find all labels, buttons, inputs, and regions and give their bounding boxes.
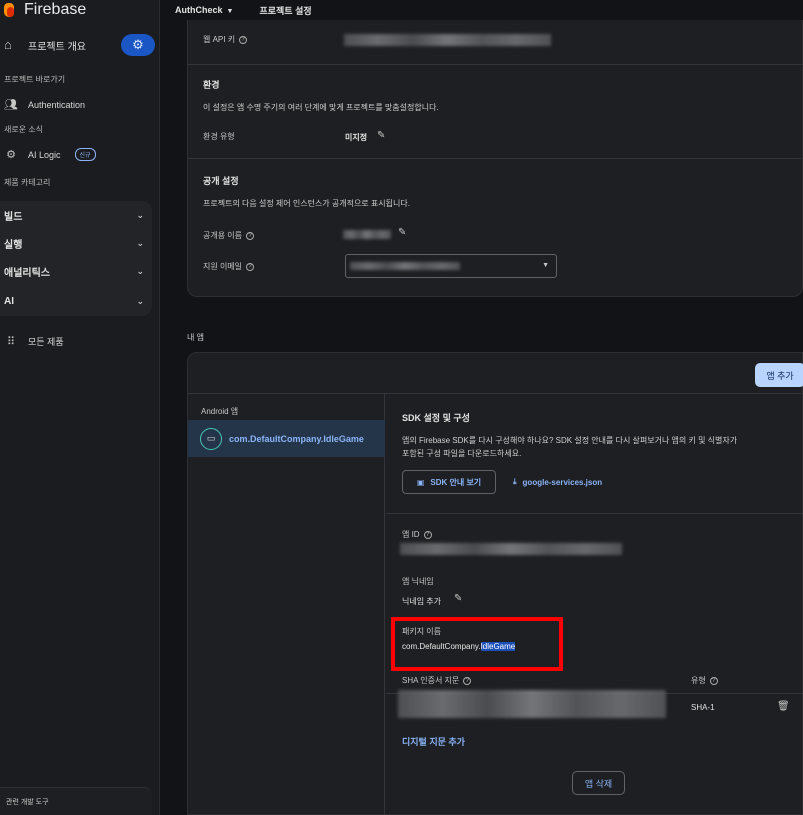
group-ai[interactable]: AI ⌄ xyxy=(0,287,152,315)
sdk-description-line1: 앱의 Firebase SDK를 다시 구성해야 하나요? SDK 설정 안내를… xyxy=(402,436,738,445)
add-nickname-text: 닉네임 추가 xyxy=(402,597,442,606)
environment-type-value: 미지정 xyxy=(345,133,368,142)
app-list-item-name: com.DefaultCompany.IdleGame xyxy=(229,433,364,444)
type-column-label: 유형? xyxy=(691,675,718,686)
new-badge: 신규 xyxy=(74,148,96,161)
grid-icon: ⠿ xyxy=(6,336,16,348)
project-name: AuthCheck xyxy=(175,5,223,15)
android-apps-label: Android 앱 xyxy=(201,407,239,416)
ai-logic-icon: ⚙ xyxy=(6,149,16,161)
app-id-value-redacted xyxy=(400,543,622,555)
delete-app-button[interactable]: 앱 삭제 xyxy=(572,771,625,795)
annotation-highlight-box xyxy=(391,617,563,671)
divider xyxy=(386,513,803,514)
firebase-console: Firebase ⌂ 프로젝트 개요 ⚙ 프로젝트 바로가기 👥︎ Authen… xyxy=(0,0,803,815)
brand-name: Firebase xyxy=(24,1,87,18)
my-apps-title: 내 앱 xyxy=(187,333,204,342)
authentication-label: Authentication xyxy=(28,99,86,110)
caret-down-icon: ▼ xyxy=(226,8,234,15)
environment-description: 이 설정은 앱 수명 주기의 여러 단계에 맞게 프로젝트를 맞춤설정합니다. xyxy=(203,103,439,112)
trash-icon[interactable]: 🗑︎ xyxy=(777,701,790,712)
add-fingerprint-link[interactable]: 디지털 지문 추가 xyxy=(402,735,465,748)
group-build[interactable]: 빌드 ⌄ xyxy=(0,201,152,229)
sdk-description-line2: 포함된 구성 파일을 다운로드하세요. xyxy=(402,449,522,458)
support-email-label: 지원 이메일? xyxy=(203,261,255,272)
public-settings-title: 공개 설정 xyxy=(203,176,239,186)
dev-tools-label: 관련 개발 도구 xyxy=(6,798,49,806)
download-google-services-json[interactable]: ⤓ google-services.json xyxy=(513,470,602,494)
sha-fingerprint-value-redacted xyxy=(398,690,666,718)
my-apps-card: 앱 추가 Android 앱 ▭ com.DefaultCompany.Idle… xyxy=(187,352,803,815)
support-email-value-redacted xyxy=(350,262,460,270)
support-email-select[interactable]: ▼ xyxy=(345,254,557,278)
divider xyxy=(188,64,802,65)
categories-section-label: 제품 카테고리 xyxy=(4,178,51,187)
json-link-label: google-services.json xyxy=(522,477,603,487)
home-icon: ⌂ xyxy=(4,37,12,52)
chevron-down-icon: ⌄ xyxy=(136,209,144,220)
public-name-label: 공개용 이름? xyxy=(203,230,255,241)
android-app-icon: ▭ xyxy=(200,427,222,450)
environment-title: 환경 xyxy=(203,80,220,90)
project-settings-gear-button[interactable]: ⚙ xyxy=(121,34,155,56)
sdk-guide-button[interactable]: ▣ SDK 안내 보기 xyxy=(402,470,496,494)
app-list-item-idlegame[interactable]: ▭ com.DefaultCompany.IdleGame xyxy=(188,420,385,457)
code-window-icon: ▣ xyxy=(416,477,425,487)
sidebar-item-ai-logic[interactable]: ⚙ AI Logic 신규 xyxy=(4,148,96,161)
sidebar-item-all-products[interactable]: ⠿ 모든 제품 xyxy=(4,335,64,348)
project-overview-label: 프로젝트 개요 xyxy=(28,41,86,53)
help-icon: ? xyxy=(246,262,255,271)
top-bar: AuthCheck ▼ 프로젝트 설정 xyxy=(160,0,803,20)
group-analytics[interactable]: 애널리틱스 ⌄ xyxy=(0,257,152,285)
public-name-value-redacted xyxy=(343,230,391,239)
edit-pencil-icon[interactable]: ✎ xyxy=(454,593,462,604)
divider xyxy=(188,158,802,159)
help-icon: ? xyxy=(709,676,718,685)
edit-pencil-icon[interactable]: ✎ xyxy=(377,130,385,141)
environment-type-label: 환경 유형 xyxy=(203,132,235,141)
chevron-down-icon: ⌄ xyxy=(136,237,144,248)
firebase-flame-icon xyxy=(2,1,18,19)
edit-pencil-icon[interactable]: ✎ xyxy=(398,227,406,238)
breadcrumb-project-settings[interactable]: 프로젝트 설정 xyxy=(259,4,311,17)
ai-logic-label: AI Logic xyxy=(28,149,61,160)
sidebar-item-authentication[interactable]: 👥︎ Authentication xyxy=(4,98,85,111)
whats-new-section-label: 새로운 소식 xyxy=(4,125,44,134)
project-settings-card: 웹 API 키? 환경 이 설정은 앱 수명 주기의 여러 단계에 맞게 프로젝… xyxy=(187,20,803,297)
sdk-setup-title: SDK 설정 및 구성 xyxy=(402,413,470,423)
app-id-label: 앱 ID? xyxy=(402,529,432,540)
web-api-key-label: 웹 API 키? xyxy=(203,34,248,45)
all-products-label: 모든 제품 xyxy=(28,337,64,347)
group-run[interactable]: 실행 ⌄ xyxy=(0,229,152,257)
sha-type-value: SHA-1 xyxy=(691,703,715,712)
help-icon: ? xyxy=(239,35,248,44)
help-icon: ? xyxy=(463,676,472,685)
web-api-key-value-redacted xyxy=(344,34,551,46)
help-icon: ? xyxy=(246,231,255,240)
group-ai-label: AI xyxy=(4,295,14,307)
related-dev-tools[interactable]: 관련 개발 도구 xyxy=(0,787,152,815)
group-run-label: 실행 xyxy=(4,239,23,251)
firebase-logo[interactable]: Firebase xyxy=(0,0,86,20)
chevron-down-icon: ⌄ xyxy=(136,295,144,306)
project-overview-item[interactable]: ⌂ 프로젝트 개요 ⚙ xyxy=(0,32,160,58)
project-selector[interactable]: AuthCheck ▼ xyxy=(175,5,233,15)
help-icon: ? xyxy=(423,530,432,539)
sha-fingerprint-label: SHA 인증서 지문? xyxy=(402,675,472,686)
gear-icon: ⚙ xyxy=(132,37,144,52)
shortcuts-section-label: 프로젝트 바로가기 xyxy=(4,75,66,84)
group-build-label: 빌드 xyxy=(4,211,23,223)
add-app-button[interactable]: 앱 추가 xyxy=(755,363,803,387)
chevron-down-icon: ⌄ xyxy=(136,265,144,276)
public-settings-description: 프로젝트의 다음 설정 제어 인스턴스가 공개적으로 표시됩니다. xyxy=(203,199,410,208)
dropdown-arrow-icon: ▼ xyxy=(542,262,549,269)
app-nickname-label: 앱 닉네임 xyxy=(402,577,434,586)
group-analytics-label: 애널리틱스 xyxy=(4,267,50,279)
people-icon: 👥︎ xyxy=(4,99,18,111)
download-icon: ⤓ xyxy=(513,477,517,486)
sidebar: Firebase ⌂ 프로젝트 개요 ⚙ 프로젝트 바로가기 👥︎ Authen… xyxy=(0,0,160,815)
sdk-guide-label: SDK 안내 보기 xyxy=(430,477,482,487)
app-list: Android 앱 ▭ com.DefaultCompany.IdleGame xyxy=(188,393,385,815)
